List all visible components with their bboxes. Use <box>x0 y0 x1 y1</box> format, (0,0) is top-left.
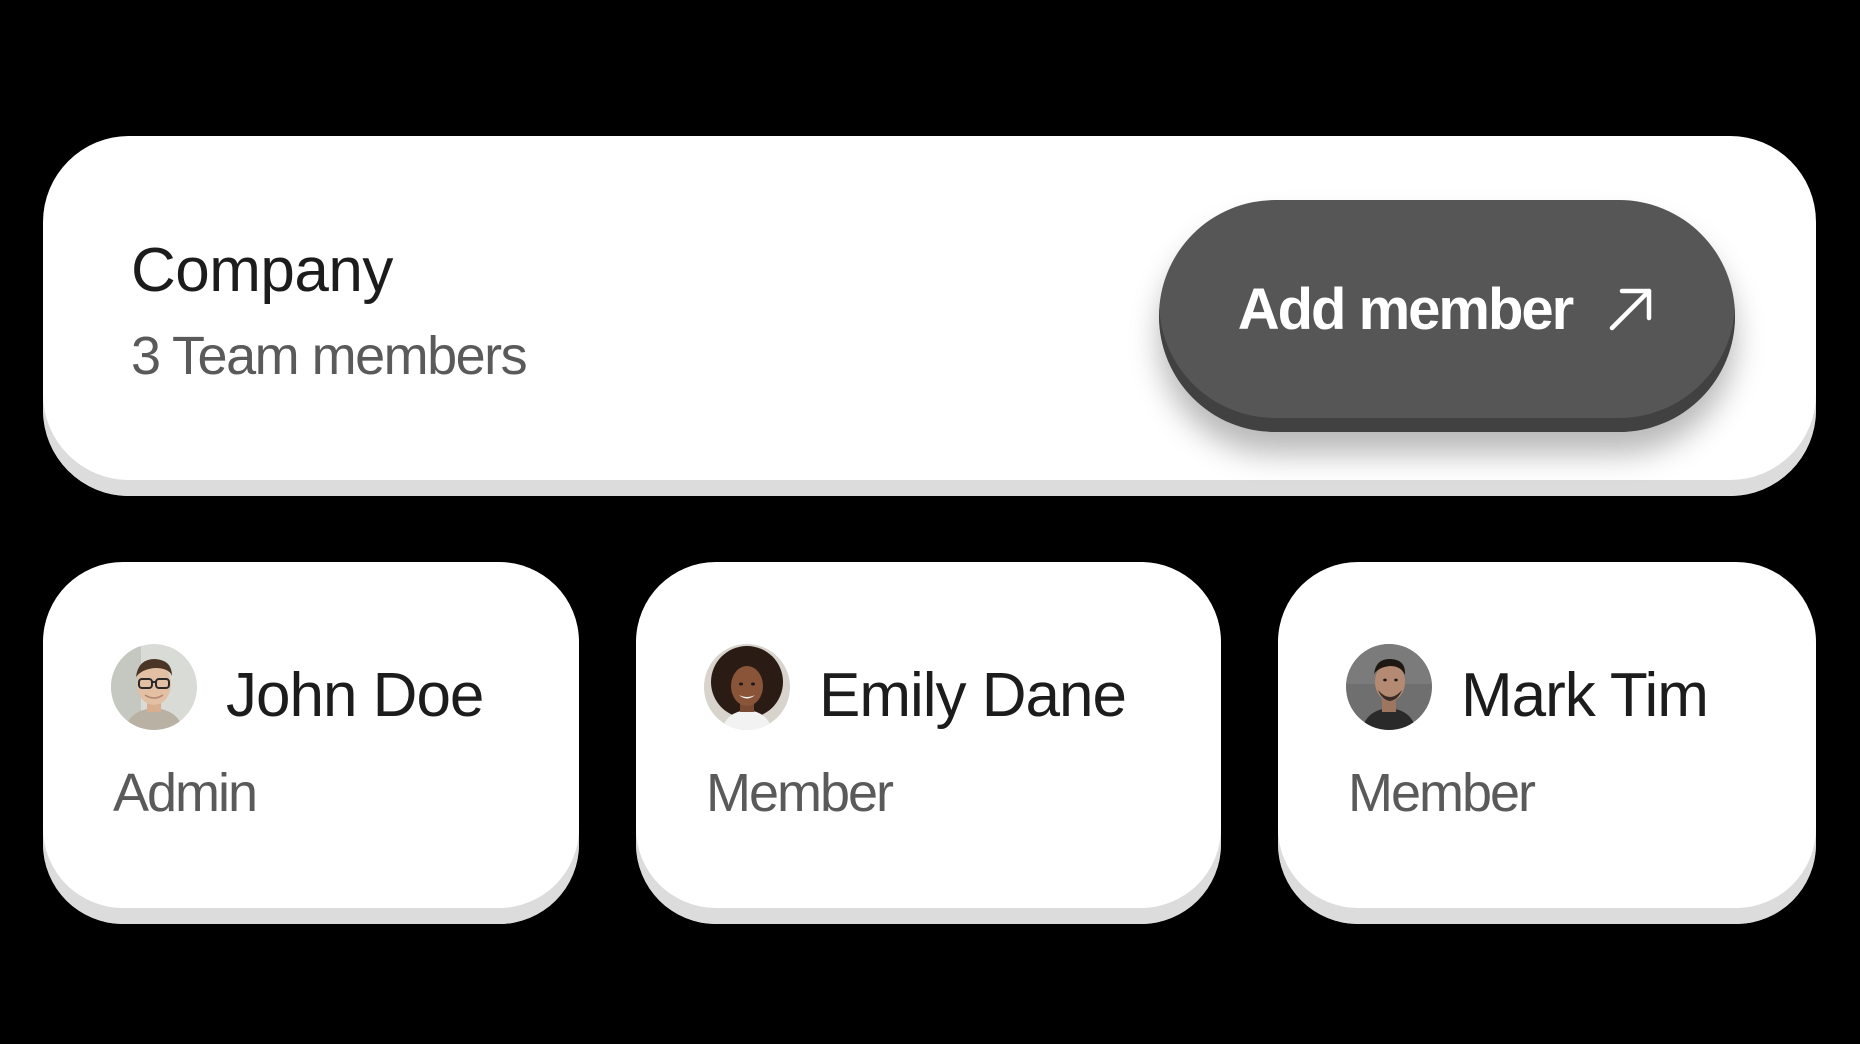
member-name: Mark Tim <box>1461 661 1709 730</box>
member-role: Admin <box>113 763 258 823</box>
avatar-mark-tim <box>1346 644 1432 730</box>
member-card[interactable]: John Doe Admin <box>43 562 579 924</box>
add-member-button[interactable]: Add member <box>1159 200 1735 432</box>
member-name: John Doe <box>226 661 484 730</box>
member-card[interactable]: Mark Tim Member <box>1278 562 1816 924</box>
avatar-john-doe <box>111 644 197 730</box>
avatar-emily-dane <box>704 644 790 730</box>
arrow-up-right-icon <box>1606 284 1656 334</box>
company-title: Company <box>131 236 393 305</box>
company-card: Company 3 Team members Add member <box>43 136 1816 496</box>
member-name: Emily Dane <box>819 661 1127 730</box>
member-card[interactable]: Emily Dane Member <box>636 562 1221 924</box>
member-role: Member <box>1348 763 1536 823</box>
member-role: Member <box>706 763 894 823</box>
add-member-label: Add member <box>1237 276 1575 342</box>
team-widget: Company 3 Team members Add member John D… <box>0 0 1860 1044</box>
team-member-count: 3 Team members <box>131 326 528 386</box>
